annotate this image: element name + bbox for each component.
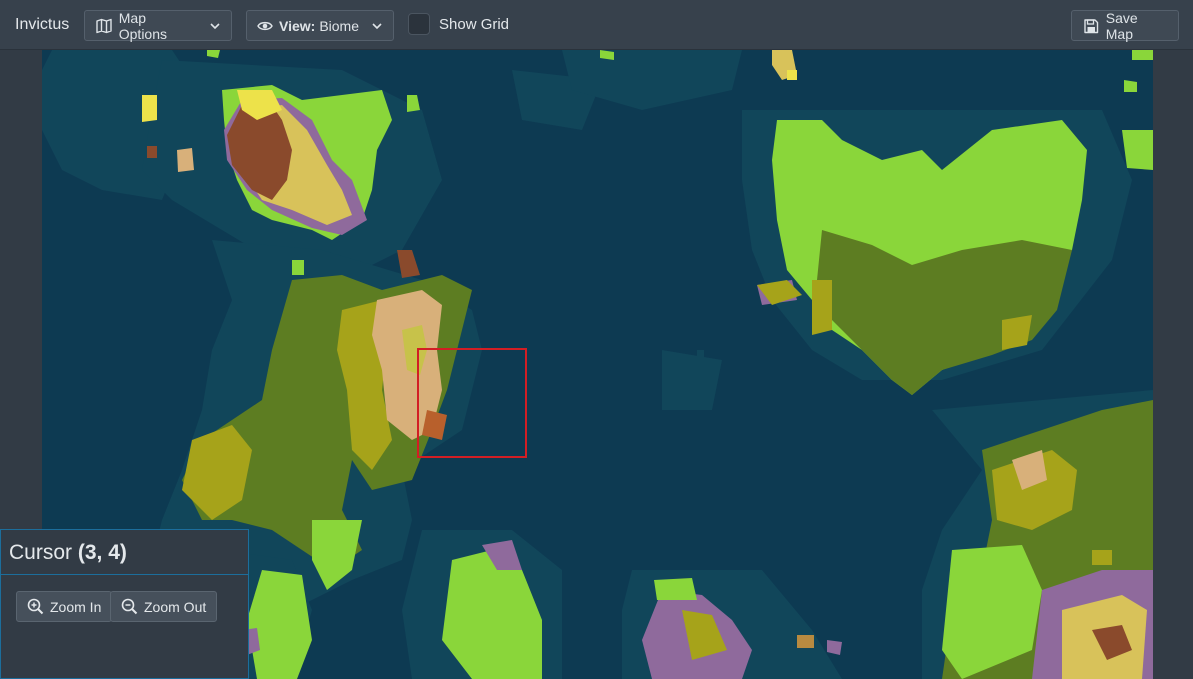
view-select-button[interactable]: View: Biome	[246, 10, 394, 41]
cursor-panel: Cursor (3, 4) Zoom In Zoom Out	[0, 529, 249, 679]
save-map-label: Save Map	[1105, 9, 1138, 42]
zoom-out-button[interactable]: Zoom Out	[110, 591, 218, 622]
zoom-out-icon	[120, 598, 138, 616]
view-prefix: View:	[279, 17, 316, 34]
zoom-in-icon	[26, 598, 44, 616]
save-map-button[interactable]: Save Map	[1071, 9, 1179, 42]
chevron-down-icon	[209, 20, 221, 32]
save-icon	[1082, 17, 1100, 35]
map-options-button[interactable]: Map Options	[84, 9, 232, 42]
selection-cursor-box	[417, 348, 527, 458]
app-title: Invictus	[15, 16, 70, 33]
zoom-in-button[interactable]: Zoom In	[16, 591, 113, 622]
cursor-title: Cursor (3, 4)	[9, 541, 127, 565]
top-toolbar: Invictus Map Options View: Biome Show Gr…	[0, 0, 1193, 50]
eye-icon	[257, 17, 273, 35]
view-value: Biome	[319, 17, 359, 34]
zoom-in-label: Zoom In	[50, 598, 102, 615]
cursor-title-prefix: Cursor	[9, 541, 73, 564]
panel-divider	[1, 574, 249, 575]
zoom-out-label: Zoom Out	[144, 598, 207, 615]
map-icon	[95, 17, 113, 35]
chevron-down-icon	[371, 20, 383, 32]
show-grid-checkbox[interactable]	[408, 13, 430, 35]
map-options-label: Map Options	[118, 9, 167, 42]
cursor-coords: (3, 4)	[77, 541, 127, 564]
show-grid-label: Show Grid	[439, 16, 510, 33]
